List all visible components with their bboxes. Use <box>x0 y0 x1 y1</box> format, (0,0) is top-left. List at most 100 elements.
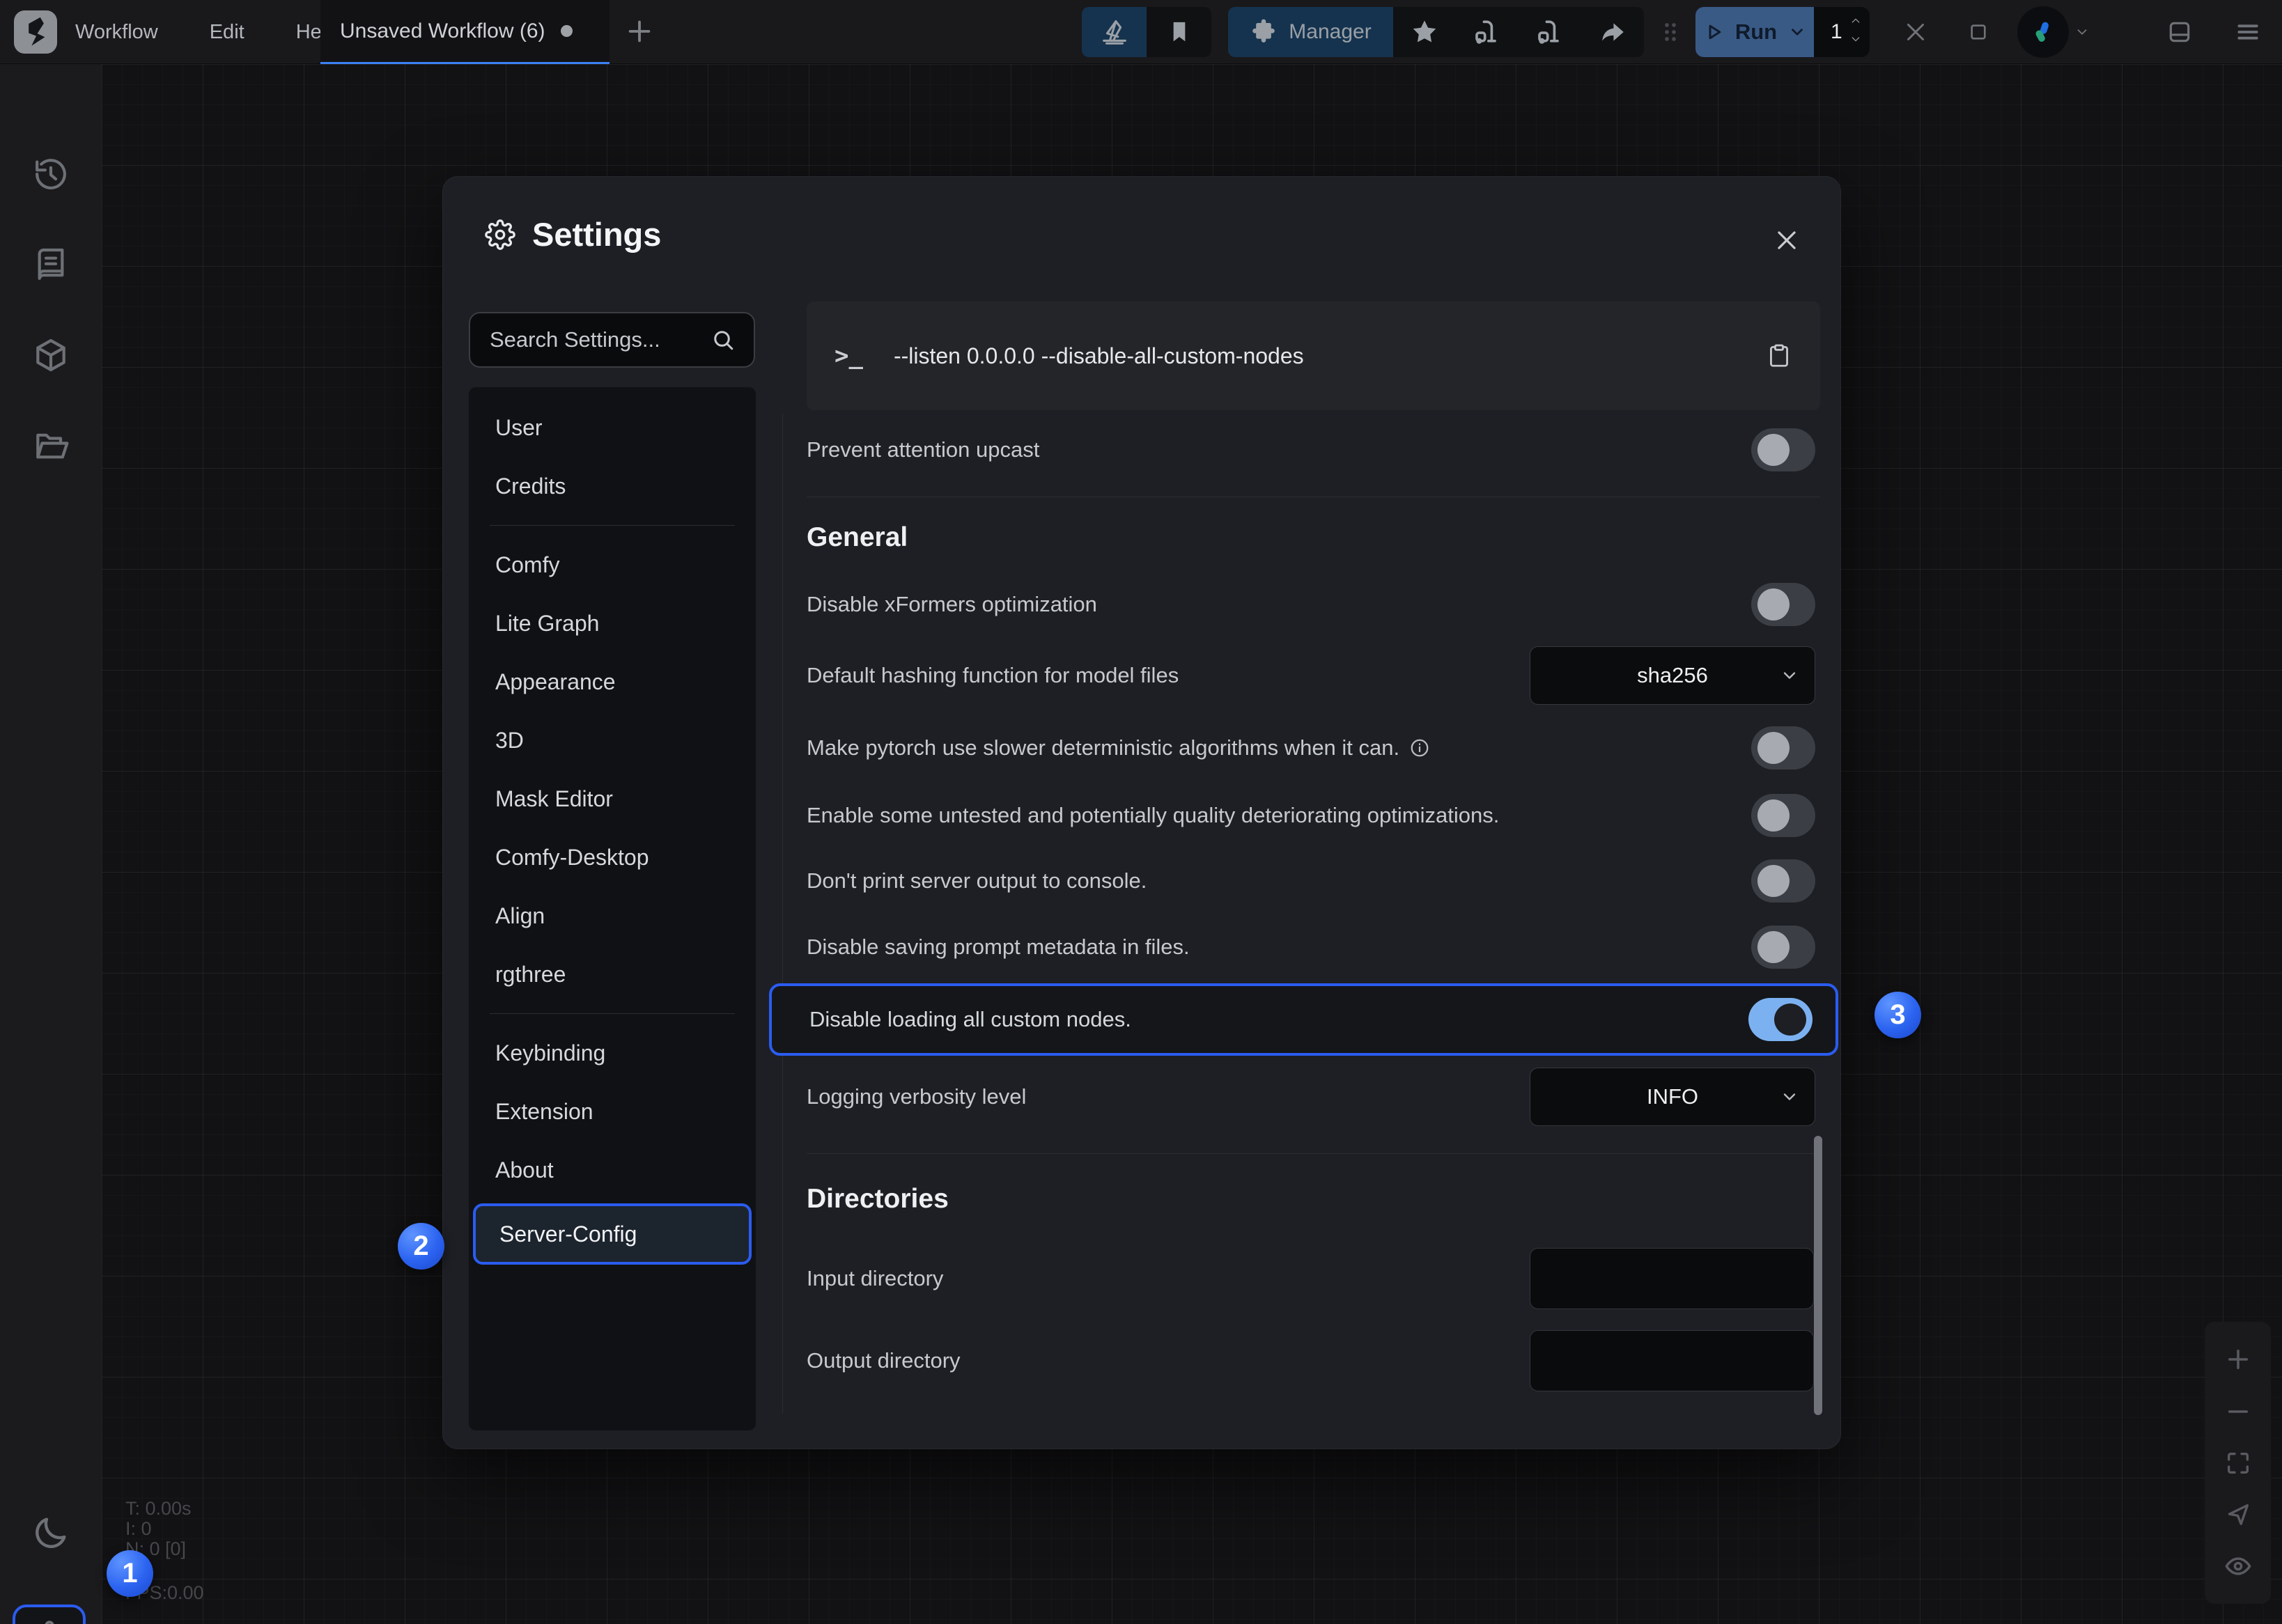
favorites-button[interactable] <box>1393 7 1456 57</box>
unsaved-dot-icon <box>561 25 573 37</box>
nav-item-lite-graph[interactable]: Lite Graph <box>469 594 756 653</box>
launch-args-box: >_ --listen 0.0.0.0 --disable-all-custom… <box>807 302 1820 410</box>
manager-button[interactable]: Manager <box>1228 7 1393 57</box>
annotation-badge-1: 1 <box>107 1550 153 1597</box>
top-menubar: Workflow Edit Help Unsaved Workflow (6) <box>0 0 2282 64</box>
toggle-no-prompt-metadata[interactable] <box>1751 926 1815 969</box>
toggle-untested-opts[interactable] <box>1751 794 1815 837</box>
avatar-chevron-icon <box>2074 24 2090 40</box>
nav-item-comfy[interactable]: Comfy <box>469 536 756 594</box>
output-directory-field[interactable] <box>1530 1330 1814 1391</box>
nav-divider <box>490 1013 735 1014</box>
stepper-down-icon[interactable] <box>1849 33 1863 45</box>
annotation-badge-2: 2 <box>398 1223 444 1270</box>
setting-row-input-directory: Input directory <box>807 1237 1820 1320</box>
share-icon <box>1598 17 1627 47</box>
topbar-right-toolbar: Manager <box>1082 0 2282 64</box>
workflow-tab[interactable]: Unsaved Workflow (6) <box>320 0 610 64</box>
section-divider <box>807 1153 1820 1154</box>
manager-button-label: Manager <box>1289 20 1371 44</box>
setting-row-no-server-output: Don't print server output to console. <box>807 848 1820 914</box>
copy-icon[interactable] <box>1766 343 1792 369</box>
nav-item-mask-editor[interactable]: Mask Editor <box>469 770 756 828</box>
bookmark-icon <box>1165 18 1193 46</box>
toggle-pytorch-deterministic[interactable] <box>1751 726 1815 770</box>
batch-count-stepper[interactable]: 1 <box>1814 7 1870 57</box>
stop-button[interactable] <box>1967 21 1989 43</box>
settings-button[interactable] <box>13 1605 86 1624</box>
nav-item-extension[interactable]: Extension <box>469 1082 756 1141</box>
nav-item-rgthree[interactable]: rgthree <box>469 945 756 1004</box>
setting-row-no-prompt-metadata: Disable saving prompt metadata in files. <box>807 914 1820 981</box>
launch-args-text: --listen 0.0.0.0 --disable-all-custom-no… <box>894 343 1766 369</box>
logging-select[interactable]: INFO <box>1530 1068 1815 1126</box>
pan-mode-icon[interactable] <box>2224 1501 2252 1529</box>
canvas-zoom-toolbar <box>2205 1322 2271 1604</box>
stepper-up-icon[interactable] <box>1849 15 1863 26</box>
bottom-panel-toggle-button[interactable] <box>2166 19 2193 45</box>
share-button[interactable] <box>1581 7 1644 57</box>
settings-dialog: Settings User Credits Comfy Lite Graph A… <box>442 176 1841 1449</box>
rig-tool-button[interactable] <box>1082 7 1147 57</box>
run-button[interactable]: Run <box>1695 7 1814 57</box>
nav-item-about[interactable]: About <box>469 1141 756 1199</box>
batch-count-value: 1 <box>1831 20 1842 44</box>
node-library-icon[interactable] <box>31 245 70 284</box>
directories-section-heading: Directories <box>807 1161 1820 1237</box>
setting-row-untested-opts: Enable some untested and potentially qua… <box>807 783 1820 848</box>
menu-workflow[interactable]: Workflow <box>70 21 164 44</box>
toggle-disable-xformers[interactable] <box>1751 583 1815 626</box>
hashing-select[interactable]: sha256 <box>1530 646 1815 705</box>
chevron-down-icon <box>1780 1087 1799 1107</box>
setting-row-pytorch-deterministic: Make pytorch use slower deterministic al… <box>807 713 1820 783</box>
app-window: Workflow Edit Help Unsaved Workflow (6) <box>0 0 2282 1624</box>
moon-icon <box>31 1513 71 1553</box>
run-options-chevron-icon[interactable] <box>1788 23 1806 41</box>
general-section-heading: General <box>807 504 1820 571</box>
search-icon <box>711 327 736 352</box>
toggle-disable-custom-nodes[interactable] <box>1748 998 1813 1041</box>
nav-item-user[interactable]: User <box>469 398 756 457</box>
settings-search[interactable] <box>469 312 755 368</box>
nav-item-3d[interactable]: 3D <box>469 711 756 770</box>
model-library-icon[interactable] <box>31 336 70 375</box>
comfyui-logo-icon[interactable] <box>14 10 57 54</box>
crane-icon <box>1099 16 1131 48</box>
nav-item-server-config[interactable]: Server-Config <box>473 1203 752 1265</box>
vacuum-nodes-button[interactable] <box>1456 7 1519 57</box>
nav-item-credits[interactable]: Credits <box>469 457 756 515</box>
toggle-visibility-icon[interactable] <box>2223 1552 2253 1581</box>
input-directory-field[interactable] <box>1530 1248 1814 1309</box>
clear-queue-button[interactable] <box>1903 19 1928 45</box>
queue-history-icon[interactable] <box>31 155 70 194</box>
setting-row-hashing: Default hashing function for model files… <box>807 638 1820 713</box>
toggle-no-server-output[interactable] <box>1751 859 1815 903</box>
setting-row-logging: Logging verbosity level INFO <box>807 1059 1820 1135</box>
content-scrollbar[interactable] <box>1814 1136 1822 1415</box>
settings-search-input[interactable] <box>488 327 705 353</box>
info-icon[interactable] <box>1409 737 1430 758</box>
main-menu-button[interactable] <box>2235 19 2261 45</box>
workflows-folder-icon[interactable] <box>31 426 70 465</box>
vacuum-all-button[interactable] <box>1519 7 1581 57</box>
zoom-in-icon[interactable] <box>2223 1345 2253 1374</box>
theme-toggle-button[interactable] <box>0 1513 102 1553</box>
fit-view-icon[interactable] <box>2224 1449 2252 1477</box>
user-avatar[interactable] <box>2017 6 2069 58</box>
setting-row-disable-custom-nodes: Disable loading all custom nodes. <box>769 983 1838 1056</box>
nav-item-align[interactable]: Align <box>469 887 756 945</box>
zoom-out-icon[interactable] <box>2223 1397 2253 1426</box>
toggle-prevent-upcast[interactable] <box>1751 428 1815 471</box>
dialog-close-button[interactable] <box>1773 227 1800 253</box>
bookmark-button[interactable] <box>1147 7 1211 57</box>
nav-item-comfy-desktop[interactable]: Comfy-Desktop <box>469 828 756 887</box>
new-workflow-tab-button[interactable] <box>623 15 655 47</box>
stat-iterations: I: 0 <box>125 1519 204 1539</box>
logging-select-value: INFO <box>1647 1084 1698 1109</box>
menu-edit[interactable]: Edit <box>204 21 250 44</box>
puzzle-icon <box>1250 18 1278 46</box>
nav-item-keybinding[interactable]: Keybinding <box>469 1024 756 1082</box>
nav-item-appearance[interactable]: Appearance <box>469 653 756 711</box>
settings-nav: User Credits Comfy Lite Graph Appearance… <box>469 387 756 1430</box>
drag-handle-icon[interactable] <box>1656 18 1684 46</box>
